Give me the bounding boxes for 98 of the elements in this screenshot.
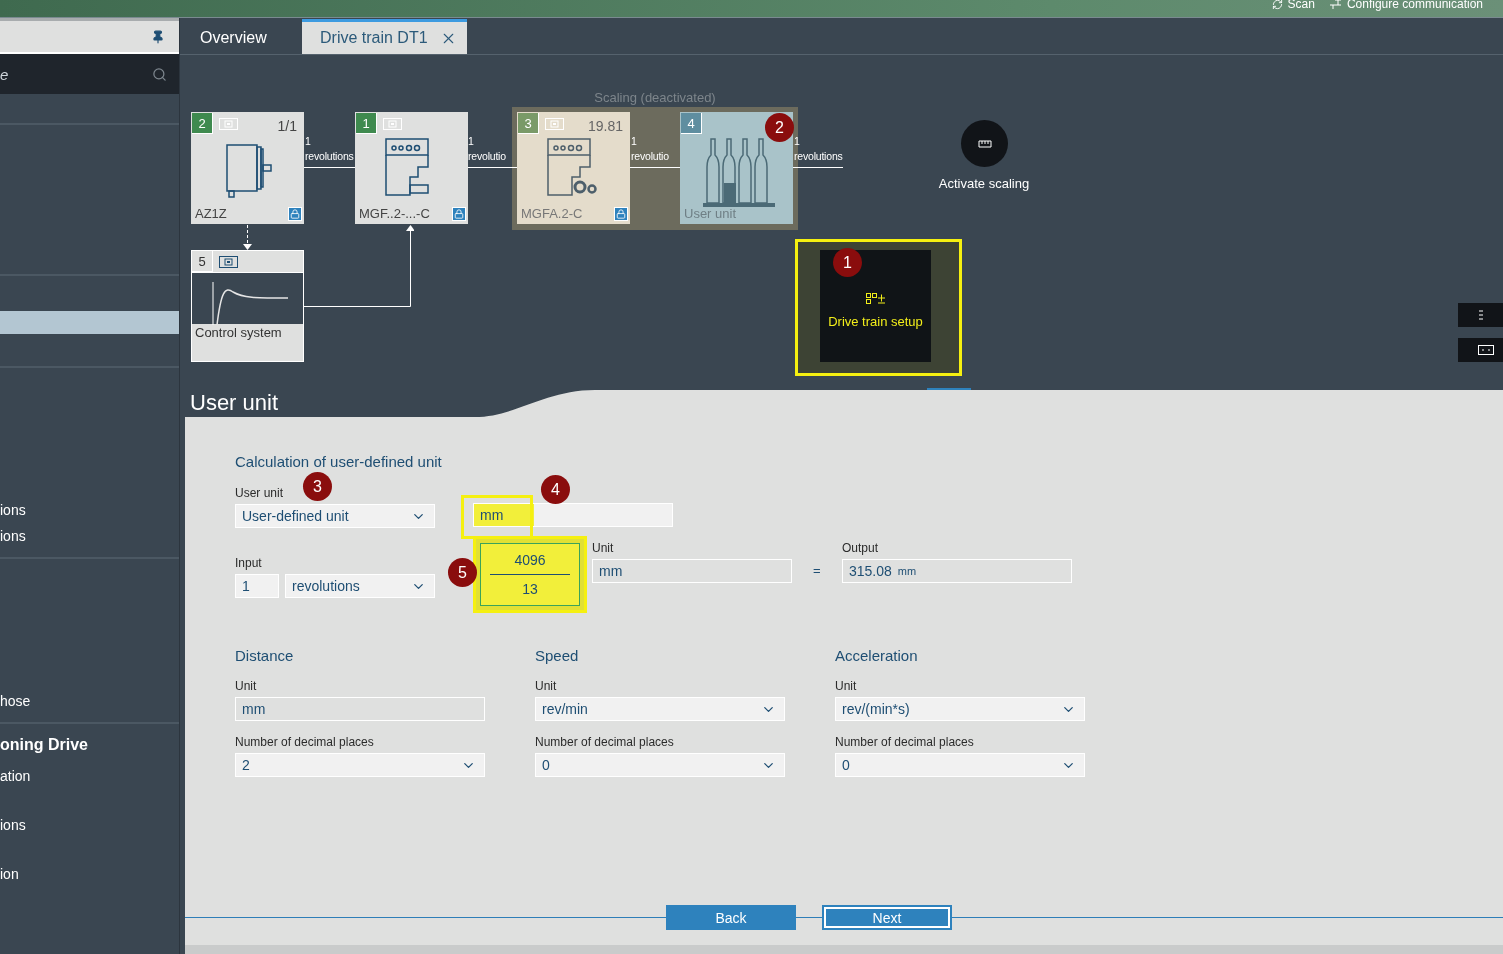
denominator: 13 xyxy=(522,581,538,597)
activate-scaling-label: Activate scaling xyxy=(937,175,1031,193)
conversion-factor[interactable]: 4096 13 xyxy=(480,543,580,606)
section-heading: Distance xyxy=(235,647,295,664)
field-label: Input xyxy=(235,556,263,571)
decimals-select[interactable]: 0 xyxy=(835,753,1085,777)
search-icon xyxy=(152,66,167,82)
sidebar-item[interactable]: ions xyxy=(0,813,179,836)
field-label: Unit xyxy=(592,541,615,556)
user-unit-select[interactable]: User-defined unit xyxy=(235,504,435,528)
link-unit: revolutio xyxy=(631,149,669,164)
device-node[interactable]: 1 MGF..2-...-C xyxy=(355,112,468,224)
scan-button[interactable]: Scan xyxy=(1271,0,1315,11)
grid-icon xyxy=(1478,310,1484,320)
field-label: Unit xyxy=(835,679,858,694)
section-heading: Speed xyxy=(535,647,580,664)
field-label: Number of decimal places xyxy=(235,735,375,750)
unit-field[interactable]: mm xyxy=(592,559,792,583)
equals-sign: = xyxy=(813,563,822,578)
node-ratio: 1/1 xyxy=(277,118,297,134)
frame-icon xyxy=(1478,345,1494,355)
sidebar-item[interactable]: hose xyxy=(0,689,179,712)
node-label: AZ1Z xyxy=(195,206,227,221)
refresh-icon xyxy=(1271,0,1283,10)
sidebar-item[interactable]: ion xyxy=(0,862,179,885)
scroll-indicator xyxy=(927,388,971,390)
node-label: User unit xyxy=(684,206,737,221)
tab[interactable]: Overview xyxy=(182,19,302,54)
sidebar-item[interactable]: ions xyxy=(0,524,179,547)
sidebar-item[interactable]: oning Drive xyxy=(0,734,179,756)
output-field: 315.08 mm xyxy=(842,559,1072,583)
input-field[interactable]: 1 xyxy=(235,574,279,598)
sidebar-item[interactable]: ation xyxy=(0,764,179,787)
field-label: Number of decimal places xyxy=(535,735,675,750)
dashed-arrow xyxy=(243,225,252,250)
device-node[interactable]: 3 19.81 MGFA.2-C xyxy=(517,112,630,224)
field-label: Output xyxy=(842,541,880,556)
unit-field[interactable]: mm xyxy=(235,697,485,721)
nav-button[interactable]: Back xyxy=(666,905,796,930)
node-label: MGFA.2-C xyxy=(521,206,583,221)
connector-line xyxy=(630,167,680,168)
node-number: 1 xyxy=(356,113,377,134)
node-number: 3 xyxy=(518,113,539,134)
decimals-select[interactable]: 0 xyxy=(535,753,785,777)
custom-unit-field[interactable]: mm xyxy=(473,503,673,527)
device-node[interactable]: 4 User unit 2 xyxy=(680,112,793,224)
field-label: Unit xyxy=(535,679,558,694)
node-number: 2 xyxy=(192,113,213,134)
module-icon xyxy=(219,118,238,130)
unit-select[interactable]: rev/(min*s) xyxy=(835,697,1085,721)
link-value: 1 xyxy=(468,134,474,149)
node-label: Control system xyxy=(195,325,282,340)
link-value: 1 xyxy=(794,134,800,149)
link-unit: revolutio xyxy=(468,149,506,164)
side-tool-button[interactable] xyxy=(1458,338,1503,362)
search-field[interactable]: e xyxy=(0,54,179,94)
sidebar-item[interactable]: ions xyxy=(0,498,179,521)
module-icon xyxy=(219,256,238,268)
node-label: MGF..2-...-C xyxy=(359,206,430,221)
input-unit-select[interactable]: revolutions xyxy=(285,574,435,598)
decimals-select[interactable]: 2 xyxy=(235,753,485,777)
section-heading: Acceleration xyxy=(835,647,919,664)
search-input[interactable]: e xyxy=(0,59,140,89)
motor-drawing xyxy=(225,143,273,199)
network-icon xyxy=(1328,0,1342,10)
field-label: Unit xyxy=(235,679,258,694)
scale-icon xyxy=(977,139,992,148)
node-ratio: 19.81 xyxy=(587,118,623,134)
link-value: 1 xyxy=(631,134,637,149)
nav-button[interactable]: Next xyxy=(822,905,952,930)
step-marker: 4 xyxy=(541,475,570,504)
step-marker: 3 xyxy=(303,472,332,501)
module-icon xyxy=(383,118,402,130)
gear-unit-drawing xyxy=(382,137,432,199)
group-label: Scaling (deactivated) xyxy=(593,90,717,105)
unit-select[interactable]: rev/min xyxy=(535,697,785,721)
device-node[interactable]: 5 Control system xyxy=(191,250,304,362)
node-number: 4 xyxy=(681,113,702,134)
link-value: 1 xyxy=(305,134,311,149)
connector-line xyxy=(793,167,843,168)
setup-icon xyxy=(865,293,886,304)
step-marker: 2 xyxy=(765,113,794,142)
device-node[interactable]: 2 1/1 AZ1Z xyxy=(191,112,304,224)
connector-line xyxy=(467,167,517,168)
step-marker: 5 xyxy=(448,558,477,587)
panel-title: User unit xyxy=(190,390,279,417)
numerator: 4096 xyxy=(514,552,546,568)
tab[interactable]: Drive train DT1 xyxy=(302,19,467,54)
module-icon xyxy=(545,118,564,130)
field-label: Number of decimal places xyxy=(835,735,975,750)
connector-line xyxy=(304,167,355,168)
link-unit: revolutions xyxy=(305,149,354,164)
node-number: 5 xyxy=(192,251,213,272)
section-heading: Calculation of user-defined unit xyxy=(235,453,443,470)
configure-communication-button[interactable]: Configure communication xyxy=(1328,0,1483,11)
activate-scaling-button[interactable] xyxy=(961,120,1008,167)
pin-icon[interactable] xyxy=(151,29,165,44)
link-unit: revolutions xyxy=(794,149,843,164)
